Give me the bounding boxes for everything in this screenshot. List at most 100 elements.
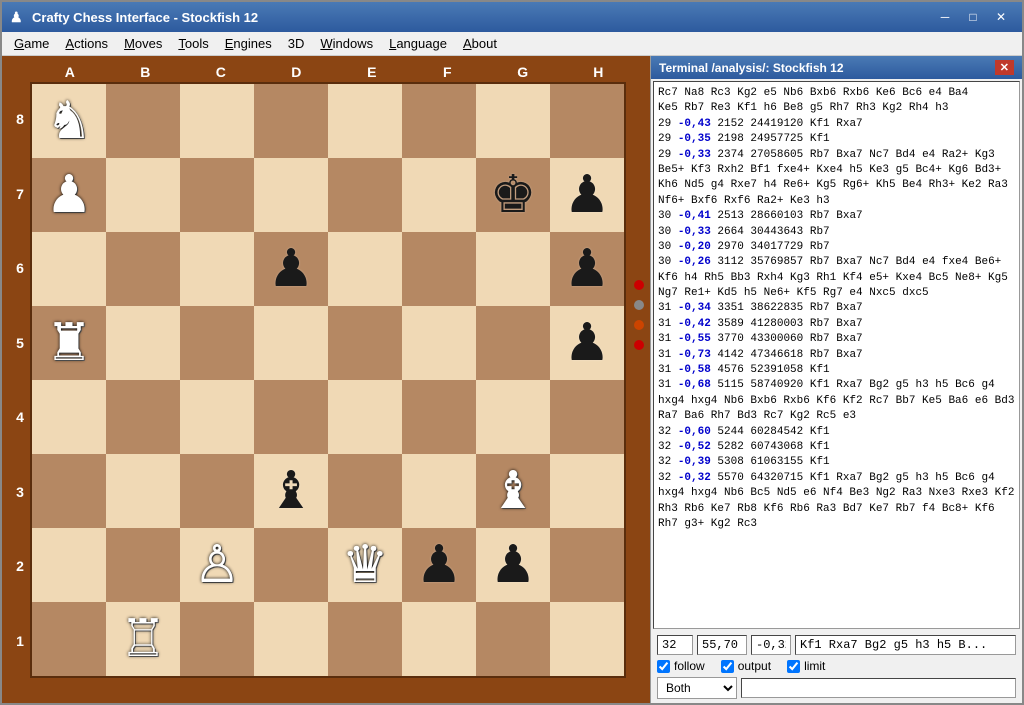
cell-r3-c1[interactable] (106, 306, 180, 380)
piece-white-♟[interactable]: ♟ (46, 169, 93, 221)
piece-white-♙[interactable]: ♙ (194, 539, 241, 591)
cell-r2-c0[interactable] (32, 232, 106, 306)
piece-white-♜[interactable]: ♜ (46, 317, 93, 369)
score-input[interactable] (697, 635, 747, 655)
maximize-button[interactable]: □ (960, 7, 986, 27)
cell-r2-c4[interactable] (328, 232, 402, 306)
cell-r0-c3[interactable] (254, 84, 328, 158)
cell-r4-c0[interactable] (32, 380, 106, 454)
cell-r1-c5[interactable] (402, 158, 476, 232)
cell-r2-c6[interactable] (476, 232, 550, 306)
cell-r3-c3[interactable] (254, 306, 328, 380)
menu-engines[interactable]: Engines (217, 34, 280, 53)
piece-black-♟[interactable]: ♟ (564, 317, 611, 369)
cell-r7-c3[interactable] (254, 602, 328, 676)
piece-black-♝[interactable]: ♝ (268, 465, 315, 517)
terminal-close-button[interactable]: ✕ (995, 60, 1014, 75)
cell-r0-c0[interactable]: ♞ (32, 84, 106, 158)
side-select[interactable]: Both White Black (657, 677, 737, 699)
piece-white-♞[interactable]: ♞ (46, 95, 93, 147)
limit-checkbox[interactable] (787, 660, 800, 673)
cell-r1-c2[interactable] (180, 158, 254, 232)
menu-windows[interactable]: Windows (312, 34, 381, 53)
cell-r2-c1[interactable] (106, 232, 180, 306)
output-checkbox-label[interactable]: output (721, 659, 771, 673)
piece-black-♟[interactable]: ♟ (416, 539, 463, 591)
piece-black-♚[interactable]: ♚ (490, 169, 537, 221)
cell-r4-c4[interactable] (328, 380, 402, 454)
cell-r4-c7[interactable] (550, 380, 624, 454)
cell-r7-c7[interactable] (550, 602, 624, 676)
cell-r6-c2[interactable]: ♙ (180, 528, 254, 602)
cell-r4-c1[interactable] (106, 380, 180, 454)
piece-black-♟[interactable]: ♟ (268, 243, 315, 295)
cell-r1-c0[interactable]: ♟ (32, 158, 106, 232)
cell-r7-c1[interactable]: ♖ (106, 602, 180, 676)
cell-r5-c4[interactable] (328, 454, 402, 528)
cell-r0-c1[interactable] (106, 84, 180, 158)
depth-input[interactable] (657, 635, 693, 655)
cell-r3-c6[interactable] (476, 306, 550, 380)
menu-language[interactable]: Language (381, 34, 455, 53)
cell-r7-c2[interactable] (180, 602, 254, 676)
cell-r4-c2[interactable] (180, 380, 254, 454)
chess-board[interactable]: ♞ ♟ ♚ ♟ ♟ ♟ ♜ ♟ ♝ ♝ ♙ ♛ ♟ ♟ ♖ (30, 82, 626, 678)
cell-r5-c3[interactable]: ♝ (254, 454, 328, 528)
menu-3d[interactable]: 3D (280, 34, 313, 53)
moves-input[interactable] (795, 635, 1016, 655)
follow-checkbox-label[interactable]: follow (657, 659, 705, 673)
menu-tools[interactable]: Tools (170, 34, 216, 53)
cell-r0-c5[interactable] (402, 84, 476, 158)
minimize-button[interactable]: ─ (932, 7, 958, 27)
eval-input[interactable] (751, 635, 791, 655)
cell-r2-c7[interactable]: ♟ (550, 232, 624, 306)
output-checkbox[interactable] (721, 660, 734, 673)
cell-r0-c2[interactable] (180, 84, 254, 158)
piece-white-♝[interactable]: ♝ (490, 465, 537, 517)
cell-r0-c6[interactable] (476, 84, 550, 158)
command-input[interactable] (741, 678, 1016, 698)
cell-r1-c4[interactable] (328, 158, 402, 232)
piece-black-♟[interactable]: ♟ (564, 243, 611, 295)
cell-r4-c5[interactable] (402, 380, 476, 454)
cell-r7-c5[interactable] (402, 602, 476, 676)
cell-r4-c3[interactable] (254, 380, 328, 454)
cell-r3-c0[interactable]: ♜ (32, 306, 106, 380)
cell-r5-c1[interactable] (106, 454, 180, 528)
menu-moves[interactable]: Moves (116, 34, 170, 53)
cell-r5-c6[interactable]: ♝ (476, 454, 550, 528)
close-button[interactable]: ✕ (988, 7, 1014, 27)
cell-r1-c7[interactable]: ♟ (550, 158, 624, 232)
cell-r5-c5[interactable] (402, 454, 476, 528)
cell-r1-c6[interactable]: ♚ (476, 158, 550, 232)
cell-r3-c5[interactable] (402, 306, 476, 380)
cell-r6-c1[interactable] (106, 528, 180, 602)
cell-r6-c0[interactable] (32, 528, 106, 602)
terminal-output[interactable]: Rc7 Na8 Rc3 Kg2 e5 Nb6 Bxb6 Rxb6 Ke6 Bc6… (653, 81, 1020, 629)
cell-r2-c5[interactable] (402, 232, 476, 306)
menu-about[interactable]: About (455, 34, 505, 53)
piece-white-♛[interactable]: ♛ (342, 539, 389, 591)
cell-r0-c4[interactable] (328, 84, 402, 158)
cell-r6-c3[interactable] (254, 528, 328, 602)
piece-black-♟[interactable]: ♟ (490, 539, 537, 591)
cell-r3-c2[interactable] (180, 306, 254, 380)
cell-r5-c7[interactable] (550, 454, 624, 528)
cell-r6-c5[interactable]: ♟ (402, 528, 476, 602)
cell-r7-c4[interactable] (328, 602, 402, 676)
cell-r7-c0[interactable] (32, 602, 106, 676)
cell-r2-c2[interactable] (180, 232, 254, 306)
cell-r0-c7[interactable] (550, 84, 624, 158)
cell-r1-c3[interactable] (254, 158, 328, 232)
menu-game[interactable]: Game (6, 34, 57, 53)
menu-actions[interactable]: Actions (57, 34, 116, 53)
cell-r6-c6[interactable]: ♟ (476, 528, 550, 602)
cell-r3-c7[interactable]: ♟ (550, 306, 624, 380)
cell-r5-c2[interactable] (180, 454, 254, 528)
cell-r3-c4[interactable] (328, 306, 402, 380)
piece-black-♟[interactable]: ♟ (564, 169, 611, 221)
follow-checkbox[interactable] (657, 660, 670, 673)
cell-r7-c6[interactable] (476, 602, 550, 676)
piece-white-♖[interactable]: ♖ (120, 613, 167, 665)
cell-r6-c7[interactable] (550, 528, 624, 602)
